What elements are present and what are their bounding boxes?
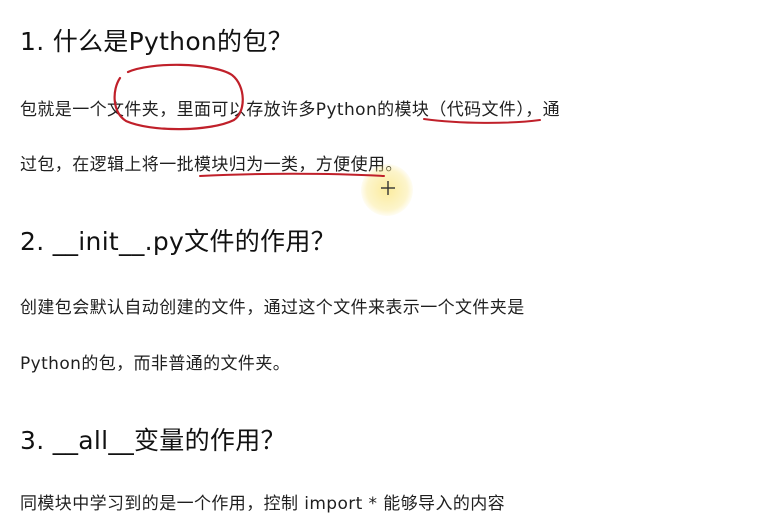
section-1-line-2: 过包，在逻辑上将一批模块归为一类，方便使用。 bbox=[20, 155, 403, 175]
section-3-line-1: 同模块中学习到的是一个作用，控制 import * 能够导入的内容 bbox=[20, 494, 506, 514]
section-2-line-2: Python的包，而非普通的文件夹。 bbox=[20, 354, 291, 374]
section-1-line-1: 包就是一个文件夹，里面可以存放许多Python的模块（代码文件），通 bbox=[20, 100, 561, 120]
document-page: 1. 什么是Python的包？ 包就是一个文件夹，里面可以存放许多Python的… bbox=[0, 0, 777, 518]
section-1-heading: 1. 什么是Python的包？ bbox=[20, 27, 293, 56]
section-3-heading: 3. __all__变量的作用？ bbox=[20, 426, 286, 455]
section-2-heading: 2. __init__.py文件的作用？ bbox=[20, 227, 336, 256]
section-2-line-1: 创建包会默认自动创建的文件，通过这个文件来表示一个文件夹是 bbox=[20, 298, 525, 318]
cursor-highlight bbox=[361, 164, 413, 216]
